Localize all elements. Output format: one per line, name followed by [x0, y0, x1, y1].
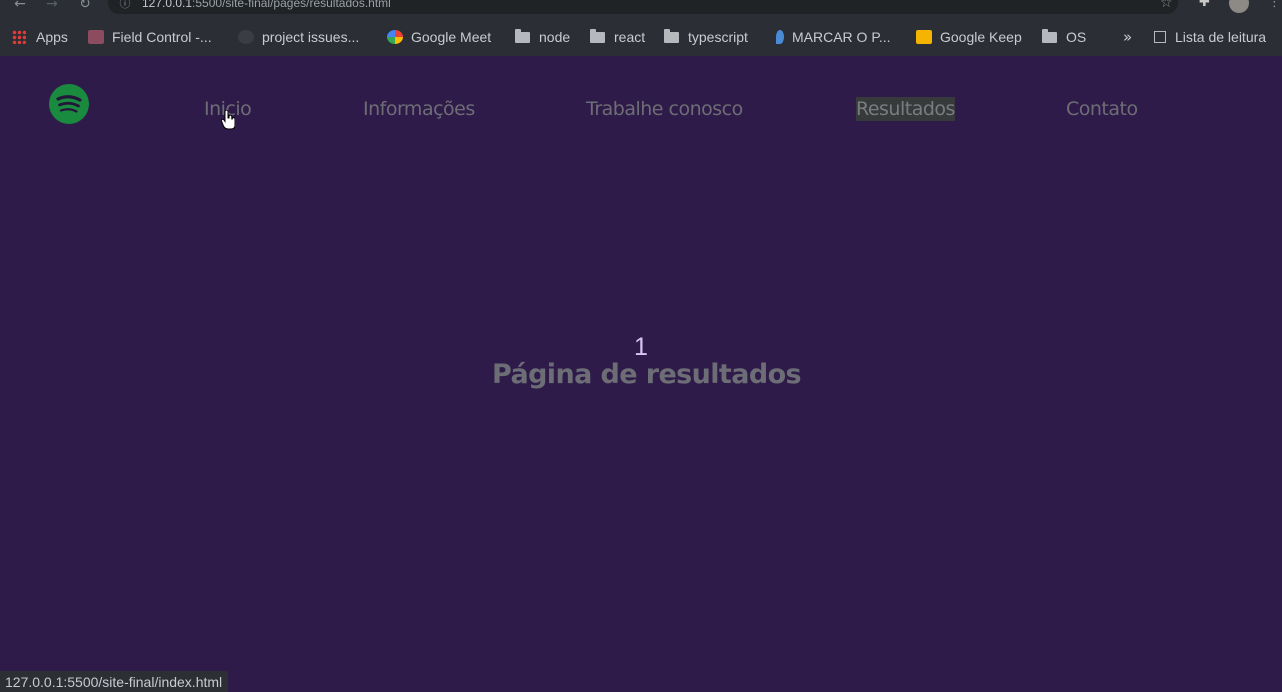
bookmark-label: OS	[1066, 29, 1087, 45]
bookmark-label: Google Keep	[940, 29, 1022, 45]
bookmark-label: typescript	[688, 29, 748, 45]
bookmark-os[interactable]: OS	[1042, 24, 1086, 50]
bookmark-label: Apps	[36, 29, 68, 45]
github-icon	[238, 30, 254, 44]
bookmark-google-keep[interactable]: Google Keep	[916, 24, 1022, 50]
reading-list-button[interactable]: Lista de leitura	[1154, 24, 1266, 50]
apps-grid-icon	[12, 30, 26, 44]
google-meet-icon	[387, 30, 403, 44]
field-control-icon	[88, 30, 104, 44]
address-row: ← → ↻ ⓘ 127.0.0.1:5500/site-final/pages/…	[0, 0, 1282, 20]
page-title: Página de resultados	[492, 359, 802, 390]
bookmark-label: Google Meet	[411, 29, 492, 45]
site-header: Inicio Informações Trabalhe conosco Resu…	[0, 56, 1282, 156]
folder-icon	[1042, 28, 1057, 43]
back-arrow-icon[interactable]: ←	[12, 0, 28, 12]
marker-icon	[776, 30, 784, 44]
bookmark-project-issues[interactable]: project issues...	[238, 24, 359, 50]
folder-icon	[664, 28, 679, 43]
bookmark-node[interactable]: node	[515, 24, 570, 50]
bookmark-label: react	[614, 29, 646, 45]
bookmark-marcar[interactable]: MARCAR O P...	[776, 24, 891, 50]
bookmark-label: project issues...	[262, 29, 360, 45]
bookmark-google-meet[interactable]: Google Meet	[387, 24, 491, 50]
nav-link-informacoes[interactable]: Informações	[363, 97, 475, 121]
url-text: 127.0.0.1:5500/site-final/pages/resultad…	[142, 0, 391, 10]
url-host: 127.0.0.1	[142, 0, 193, 10]
bookmark-field-control[interactable]: Field Control -...	[88, 24, 212, 50]
bookmark-react[interactable]: react	[590, 24, 645, 50]
extensions-puzzle-icon[interactable]: ✚	[1199, 0, 1210, 10]
nav-link-contato[interactable]: Contato	[1066, 97, 1138, 121]
forward-arrow-icon[interactable]: →	[44, 0, 60, 12]
bookmark-label: MARCAR O P...	[792, 29, 891, 45]
bookmark-label: node	[539, 29, 571, 45]
google-keep-icon	[916, 30, 932, 44]
more-bookmarks-button[interactable]: »	[1123, 24, 1132, 50]
bookmark-typescript[interactable]: typescript	[664, 24, 748, 50]
bookmark-label: Field Control -...	[112, 29, 212, 45]
nav-link-resultados[interactable]: Resultados	[856, 97, 955, 121]
browser-chrome: ← → ↻ ⓘ 127.0.0.1:5500/site-final/pages/…	[0, 0, 1282, 56]
reading-list-icon	[1154, 31, 1166, 43]
nav-link-trabalhe-conosco[interactable]: Trabalhe conosco	[586, 97, 743, 121]
bookmark-apps[interactable]: Apps	[12, 24, 68, 50]
profile-avatar[interactable]	[1229, 0, 1249, 13]
reload-icon[interactable]: ↻	[77, 0, 93, 12]
info-icon[interactable]: ⓘ	[117, 0, 133, 12]
folder-icon	[590, 28, 605, 43]
bookmarks-bar: Apps Field Control -... project issues..…	[0, 24, 1282, 50]
hand-pointer-cursor-icon	[221, 110, 235, 130]
url-path: :5500/site-final/pages/resultados.html	[192, 0, 391, 10]
bookmark-star-icon[interactable]: ☆	[1160, 0, 1173, 11]
status-bar-url: 127.0.0.1:5500/site-final/index.html	[0, 671, 229, 692]
folder-icon	[515, 28, 530, 43]
reading-list-label: Lista de leitura	[1175, 29, 1267, 45]
spotify-logo-icon[interactable]	[49, 84, 89, 124]
menu-kebab-icon[interactable]: ⋮	[1268, 0, 1281, 10]
